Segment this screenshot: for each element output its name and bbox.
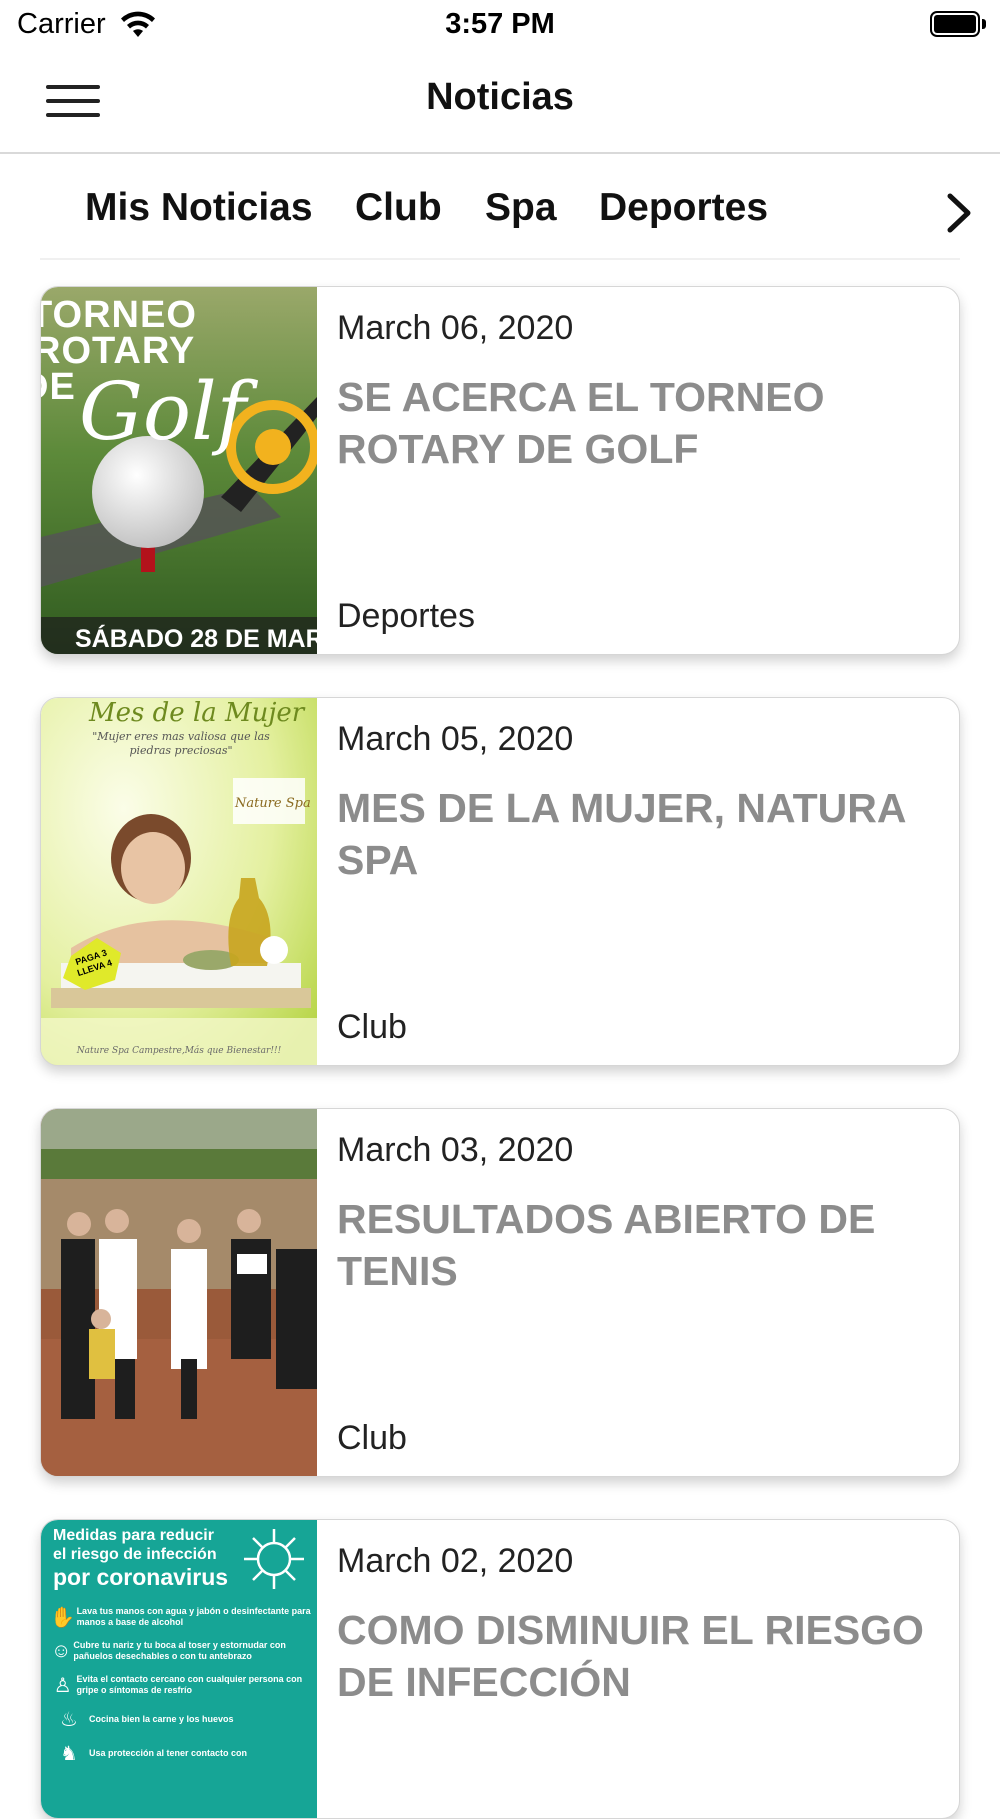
news-card[interactable]: Medidas para reducir el riesgo de infecc… bbox=[40, 1519, 960, 1819]
hands-icon: ✋ bbox=[50, 1606, 76, 1629]
category-tabs: Mis Noticias Club Spa Deportes bbox=[0, 154, 1000, 264]
news-title: MES DE LA MUJER, NATURA SPA bbox=[337, 785, 905, 883]
nav-bar: Noticias bbox=[0, 50, 1000, 154]
thumb-list-item: ✋ Lava tus manos con agua y jabón o desi… bbox=[50, 1606, 311, 1629]
thumb-text: el riesgo de infección bbox=[53, 1546, 217, 1563]
thumb-list-item: ☺ Cubre tu nariz y tu boca al toser y es… bbox=[50, 1639, 286, 1662]
cooking-icon: ♨ bbox=[60, 1708, 78, 1731]
thumb-logo-text: Nature Spa bbox=[235, 796, 311, 811]
thumb-script-text: Golf bbox=[79, 365, 247, 458]
news-date: March 05, 2020 bbox=[337, 720, 574, 758]
news-date: March 03, 2020 bbox=[337, 1131, 574, 1169]
page-title: Noticias bbox=[426, 76, 574, 118]
thumb-text: ROTARY bbox=[41, 330, 196, 372]
thumb-quote: "Mujer eres mas valiosa que las piedras … bbox=[92, 730, 270, 757]
tab-mis-noticias[interactable]: Mis Noticias bbox=[85, 186, 313, 230]
thumb-text: TORNEO bbox=[41, 294, 197, 336]
news-date: March 02, 2020 bbox=[337, 1542, 574, 1580]
virus-icon bbox=[244, 1529, 304, 1589]
thumb-list-item: ♙ Evita el contacto cercano con cualquie… bbox=[49, 1668, 313, 1702]
news-card[interactable]: March 03, 2020 RESULTADOS ABIERTO DE TEN… bbox=[40, 1108, 960, 1477]
thumb-text: Medidas para reducir bbox=[53, 1527, 214, 1544]
thumb-text: por coronavirus bbox=[53, 1564, 229, 1590]
status-time: 3:57 PM bbox=[445, 8, 555, 40]
thumb-footer-text: Nature Spa Campestre,Más que Bienestar!!… bbox=[76, 1046, 282, 1056]
thumb-heading: Mes de la Mujer bbox=[89, 698, 305, 728]
tab-divider bbox=[40, 258, 960, 260]
news-title: COMO DISMINUIR EL RIESGO DE INFECCIÓN bbox=[337, 1607, 924, 1705]
news-category: Club bbox=[337, 1008, 407, 1046]
news-thumbnail: TORNEO ROTARY DE Golf SÁBADO 28 DE MARZO bbox=[41, 287, 317, 654]
news-card[interactable]: Mes de la Mujer "Mujer eres mas valiosa … bbox=[40, 697, 960, 1066]
cough-icon: ☺ bbox=[50, 1639, 72, 1662]
person-icon: ♙ bbox=[53, 1674, 72, 1697]
news-title: SE ACERCA EL TORNEO ROTARY DE GOLF bbox=[337, 374, 825, 472]
chevron-right-icon[interactable] bbox=[938, 188, 978, 238]
tab-club[interactable]: Club bbox=[355, 186, 442, 230]
news-thumbnail bbox=[41, 1109, 317, 1476]
news-title: RESULTADOS ABIERTO DE TENIS bbox=[337, 1196, 876, 1294]
tab-spa[interactable]: Spa bbox=[485, 186, 557, 230]
thumb-footer-text: SÁBADO 28 DE MARZO bbox=[75, 625, 317, 653]
animal-icon: ♞ bbox=[60, 1742, 78, 1765]
tab-deportes[interactable]: Deportes bbox=[599, 186, 768, 230]
news-thumbnail: Medidas para reducir el riesgo de infecc… bbox=[41, 1520, 317, 1818]
news-category: Club bbox=[337, 1419, 407, 1457]
news-category: Deportes bbox=[337, 597, 475, 635]
status-bar: Carrier 3:57 PM bbox=[0, 0, 1000, 50]
thumb-list-item: ♞ Usa protección al tener contacto con bbox=[49, 1736, 313, 1770]
thumb-list-item: ♨ Cocina bien la carne y los huevos bbox=[49, 1702, 313, 1736]
news-thumbnail: Mes de la Mujer "Mujer eres mas valiosa … bbox=[41, 698, 317, 1065]
news-date: March 06, 2020 bbox=[337, 309, 574, 347]
battery-icon bbox=[930, 11, 986, 37]
news-card[interactable]: TORNEO ROTARY DE Golf SÁBADO 28 DE MARZO… bbox=[40, 286, 960, 655]
